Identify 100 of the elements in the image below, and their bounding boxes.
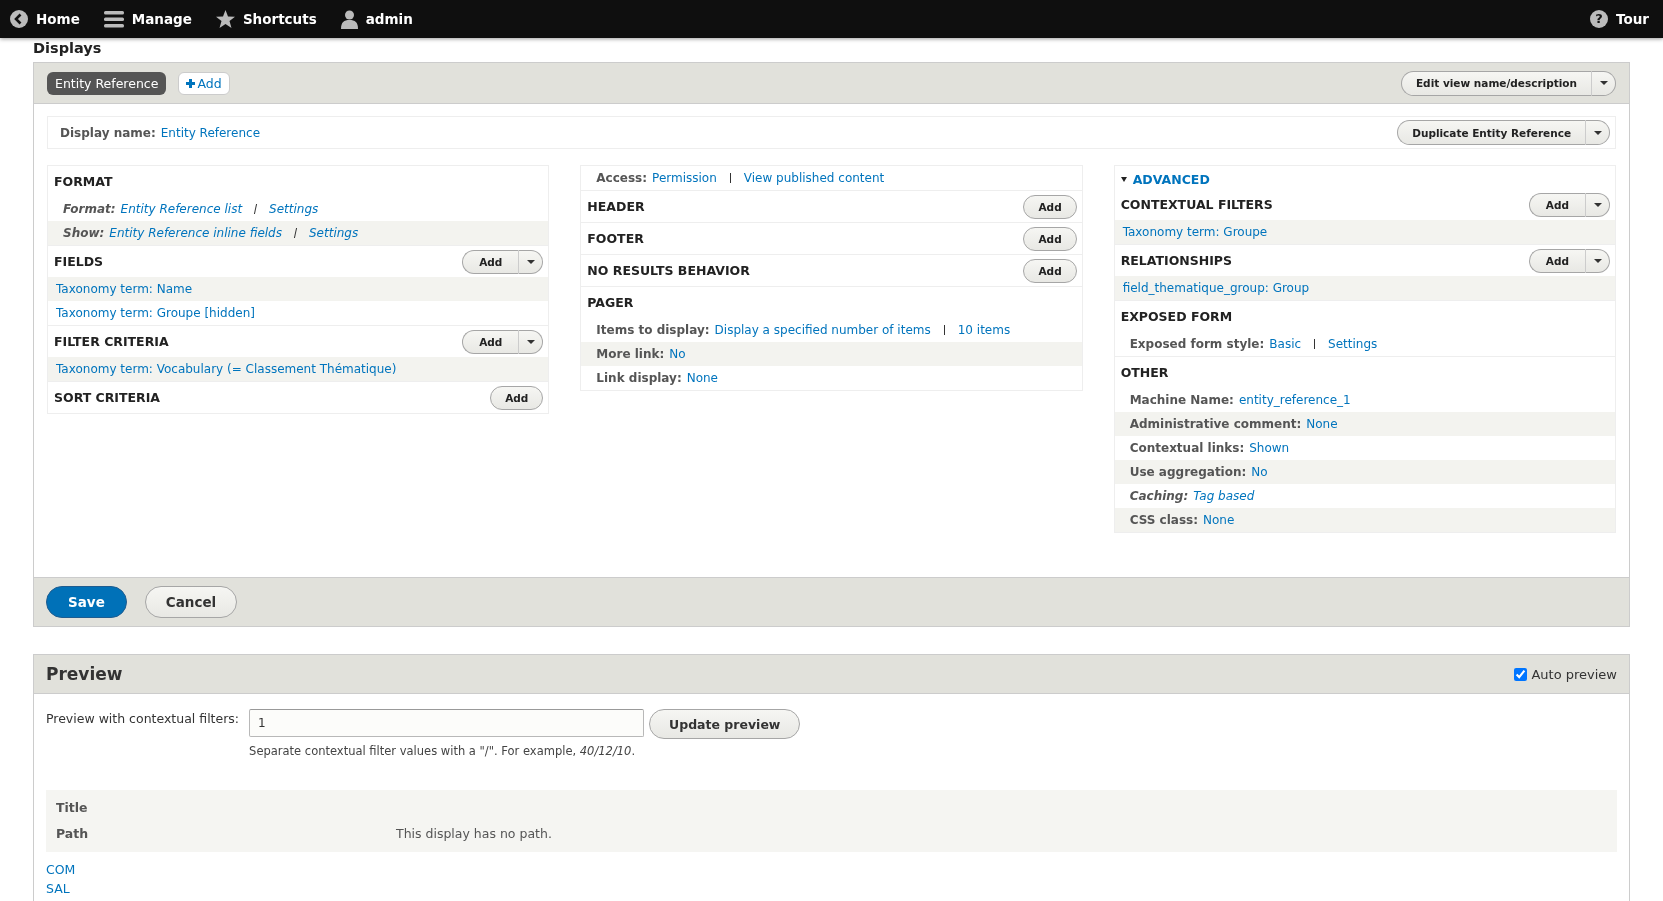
caret-icon <box>1593 130 1602 135</box>
save-button[interactable]: Save <box>46 586 127 618</box>
setting-label: More link: <box>596 347 665 361</box>
setting-link[interactable]: Settings <box>308 226 359 240</box>
setting-label: Format: <box>63 202 116 216</box>
section-title: FORMAT <box>54 174 113 189</box>
setting-link[interactable]: Shown <box>1249 441 1290 455</box>
toolbar-link[interactable]: Home <box>10 10 80 28</box>
tour-link[interactable]: ? Tour <box>1590 10 1649 28</box>
add-button[interactable]: Add <box>1023 226 1077 251</box>
field-label: Display name: <box>60 125 156 140</box>
setting-link[interactable]: field_thematique_group: Group <box>1122 281 1310 295</box>
info-label: Path <box>56 825 90 843</box>
setting-link[interactable]: Permission <box>652 171 717 185</box>
add-button[interactable]: Add <box>1528 248 1586 273</box>
setting-link[interactable]: Display a specified number of items <box>714 323 931 337</box>
setting-link[interactable]: View published content <box>743 171 885 185</box>
add-display-button[interactable]: Add <box>178 71 230 95</box>
result-link[interactable]: COM <box>46 862 76 877</box>
help-icon: ? <box>1590 10 1609 28</box>
toolbar-link[interactable]: admin <box>340 9 413 29</box>
section-heading: Displays <box>33 39 103 58</box>
setting-link[interactable]: None <box>1203 513 1235 527</box>
setting-link[interactable]: Settings <box>1328 337 1378 351</box>
setting-label: Link display: <box>596 371 682 385</box>
triangle-icon <box>1120 177 1127 182</box>
dropdown-toggle[interactable] <box>1586 192 1610 217</box>
help-text: Separate contextual filter values with a "/". For example, 40/12/10. <box>249 744 637 758</box>
setting-label: Administrative comment: <box>1129 417 1302 431</box>
display-name-link[interactable]: Entity Reference <box>160 125 260 140</box>
setting-link[interactable]: Tag based <box>1193 489 1255 503</box>
checkbox[interactable] <box>1514 667 1528 681</box>
menu-icon <box>103 10 124 28</box>
section-title: PAGER <box>587 295 634 310</box>
section-title: FILTER CRITERIA <box>54 334 169 349</box>
user-icon <box>340 9 358 29</box>
setting-link[interactable]: No <box>1251 465 1268 479</box>
setting-link[interactable]: Entity Reference inline fields <box>109 226 282 240</box>
setting-link[interactable]: 10 items <box>957 323 1011 337</box>
setting-label: Show: <box>63 226 105 240</box>
setting-label: Machine Name: <box>1129 393 1234 407</box>
cancel-button[interactable]: Cancel <box>144 586 238 618</box>
caret-icon <box>1599 81 1608 85</box>
setting-label: Items to display: <box>596 323 710 337</box>
section-title: SORT CRITERIA <box>54 390 161 405</box>
add-button[interactable]: Add <box>490 385 544 410</box>
add-button[interactable]: Add <box>1023 258 1077 283</box>
display-tab[interactable]: Entity Reference <box>47 71 167 95</box>
setting-label: Caching: <box>1129 489 1189 503</box>
section-title: FOOTER <box>587 231 644 246</box>
section-title: RELATIONSHIPS <box>1120 253 1233 268</box>
caret-icon <box>1593 202 1602 207</box>
setting-link[interactable]: Entity Reference list <box>120 202 243 216</box>
setting-link[interactable]: No <box>669 347 686 361</box>
dropdown-toggle[interactable] <box>519 249 544 274</box>
duplicate-button[interactable]: Duplicate Entity Reference <box>1397 120 1586 145</box>
caret-icon <box>526 339 535 344</box>
input-field[interactable]: 1 <box>249 709 645 737</box>
section-title: OTHER <box>1120 365 1169 380</box>
setting-link[interactable]: Settings <box>269 202 319 216</box>
add-button[interactable]: Add <box>462 249 520 274</box>
caret-icon <box>1593 258 1602 263</box>
setting-label: CSS class: <box>1129 513 1199 527</box>
toolbar-link[interactable]: Manage <box>103 10 192 28</box>
toolbar-link[interactable]: Shortcuts <box>215 10 317 28</box>
section-title: CONTEXTUAL FILTERS <box>1120 197 1273 212</box>
dropdown-toggle[interactable] <box>1586 120 1610 145</box>
edit-view-button[interactable]: Edit view name/description <box>1400 70 1592 96</box>
add-button[interactable]: Add <box>1528 192 1586 217</box>
setting-link[interactable]: Taxonomy term: Groupe <box>1122 225 1268 239</box>
setting-label: Contextual links: <box>1129 441 1245 455</box>
section-title: NO RESULTS BEHAVIOR <box>587 263 750 278</box>
field-label: Preview with contextual filters: <box>46 710 240 728</box>
setting-link[interactable]: None <box>686 371 718 385</box>
setting-label: Access: <box>596 171 648 185</box>
setting-label: Exposed form style: <box>1129 337 1265 351</box>
setting-link[interactable]: entity_reference_1 <box>1238 393 1351 407</box>
dropdown-toggle[interactable] <box>1586 248 1610 273</box>
caret-icon <box>526 259 535 264</box>
section-title: FIELDS <box>54 254 104 269</box>
checkbox-label: Auto preview <box>1531 666 1617 682</box>
add-button[interactable]: Add <box>462 329 520 354</box>
setting-link[interactable]: Taxonomy term: Groupe [hidden] <box>56 306 255 320</box>
dropdown-toggle[interactable] <box>1592 70 1616 96</box>
setting-link[interactable]: Basic <box>1269 337 1302 351</box>
result-link[interactable]: SAL <box>46 881 70 896</box>
section-title: EXPOSED FORM <box>1120 309 1233 324</box>
setting-label: Use aggregation: <box>1129 465 1247 479</box>
back-icon <box>10 10 28 28</box>
setting-link[interactable]: None <box>1306 417 1338 431</box>
update-preview-button[interactable]: Update preview <box>649 709 801 739</box>
section-title: HEADER <box>587 199 645 214</box>
dropdown-toggle[interactable] <box>519 329 544 354</box>
panel-title: Preview <box>46 664 123 684</box>
star-icon <box>215 10 235 28</box>
setting-link[interactable]: Taxonomy term: Vocabulary (= Classement Thématique) <box>56 362 397 376</box>
advanced-toggle[interactable]: ADVANCED <box>1114 166 1615 189</box>
setting-link[interactable]: Taxonomy term: Name <box>56 282 193 296</box>
plus-icon <box>186 78 196 88</box>
add-button[interactable]: Add <box>1023 194 1077 219</box>
